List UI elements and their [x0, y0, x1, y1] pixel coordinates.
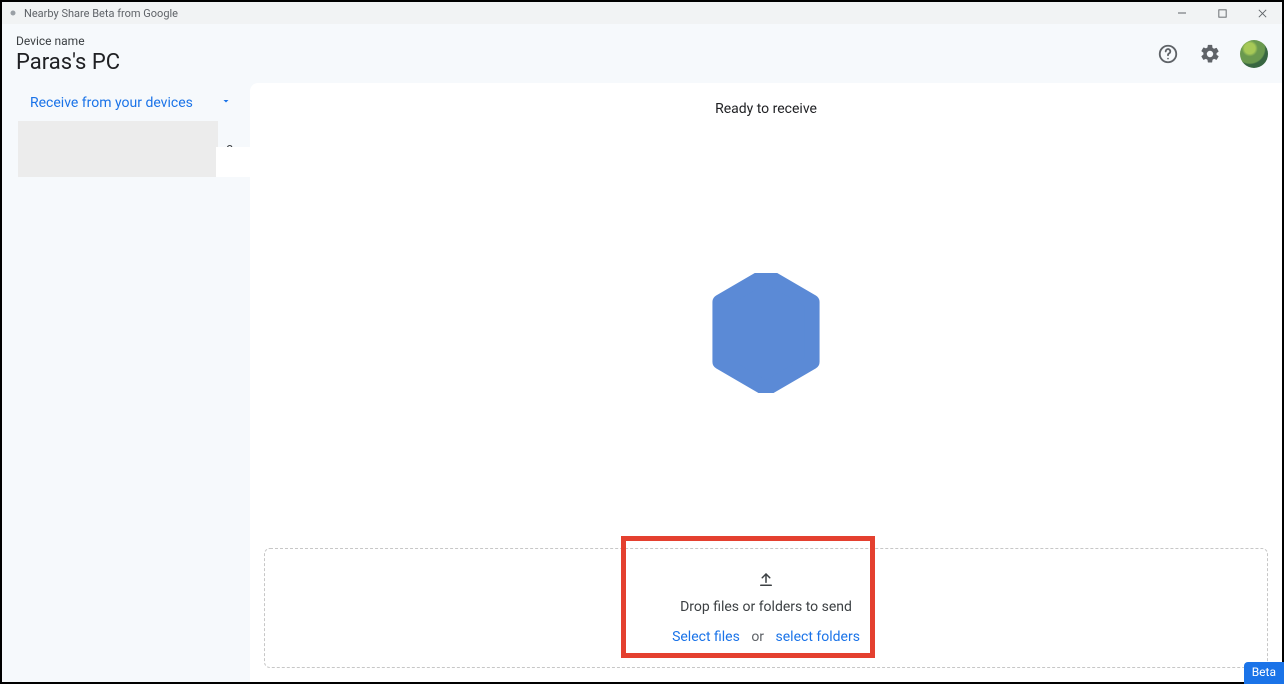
chevron-down-icon [220, 95, 232, 111]
window-close-button[interactable] [1242, 2, 1282, 24]
sidebar: Receive from your devices e [2, 81, 250, 682]
receive-mode-dropdown[interactable]: Receive from your devices [16, 89, 236, 121]
app-icon [8, 8, 18, 18]
select-folders-link[interactable]: select folders [776, 629, 860, 645]
ready-graphic [250, 117, 1282, 548]
avatar[interactable] [1240, 40, 1268, 68]
gear-icon[interactable] [1198, 42, 1222, 66]
select-files-link[interactable]: Select files [672, 629, 740, 645]
window-titlebar: Nearby Share Beta from Google [2, 2, 1282, 24]
device-name-label: Device name [16, 34, 120, 48]
dropzone[interactable]: Drop files or folders to send Select fil… [264, 548, 1268, 668]
app-header: Device name Paras's PC [2, 24, 1282, 81]
receive-mode-label: Receive from your devices [30, 95, 193, 111]
window-title: Nearby Share Beta from Google [24, 7, 178, 20]
window-minimize-button[interactable] [1162, 2, 1202, 24]
help-icon[interactable] [1156, 42, 1180, 66]
device-name-value: Paras's PC [16, 50, 120, 75]
beta-badge: Beta [1244, 662, 1284, 684]
truncated-text: e [226, 141, 233, 156]
hexagon-icon [711, 273, 821, 393]
main-panel: Ready to receive Drop files or folders t… [250, 83, 1282, 682]
status-text: Ready to receive [250, 83, 1282, 117]
dropzone-hint: Drop files or folders to send [672, 599, 860, 615]
or-text: or [751, 629, 764, 645]
device-list-item-placeholder: e [18, 121, 218, 177]
upload-icon [672, 571, 860, 593]
window-maximize-button[interactable] [1202, 2, 1242, 24]
